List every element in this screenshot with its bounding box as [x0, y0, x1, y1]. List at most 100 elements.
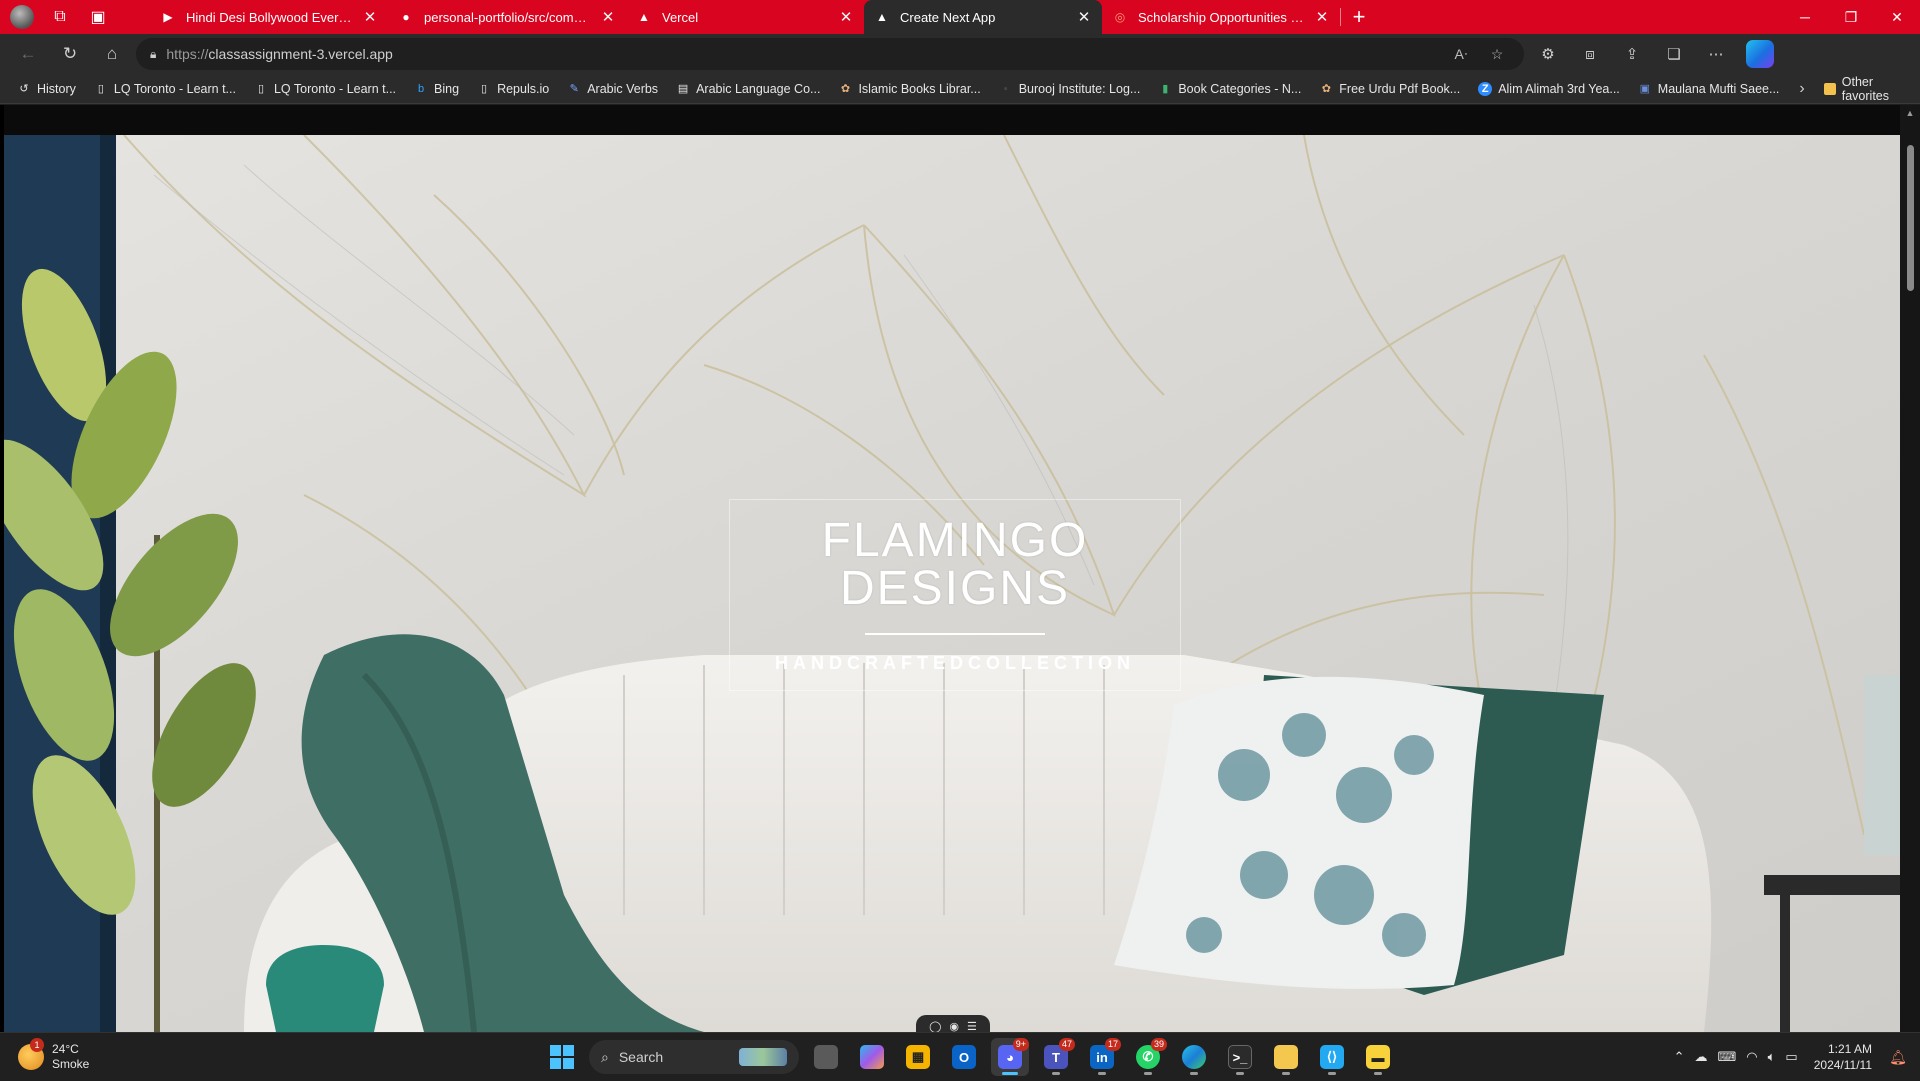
favorite-label: Arabic Language Co... [696, 81, 821, 96]
whatsapp-icon[interactable]: ✆ 39 [1129, 1038, 1167, 1076]
edge-icon[interactable] [1175, 1038, 1213, 1076]
eye-icon[interactable]: ◉ [949, 1020, 959, 1033]
hero-section: FLAMINGO DESIGNS HANDCRAFTEDCOLLECTION [4, 135, 1900, 1032]
favorite-star-icon[interactable]: ☆ [1484, 46, 1510, 63]
search-icon: ⌕ [601, 1048, 609, 1065]
menu-icon[interactable]: ☰ [967, 1020, 977, 1033]
scroll-up-icon[interactable]: ▲ [1900, 105, 1920, 121]
favorite-urdu-pdf[interactable]: ✿ Free Urdu Pdf Book... [1312, 76, 1467, 102]
teams-badge: 47 [1058, 1038, 1075, 1051]
linkedin-icon[interactable]: in 17 [1083, 1038, 1121, 1076]
tab-youtube[interactable]: ▶ Hindi Desi Bollywood Evergreen I ✕ [150, 0, 388, 34]
close-tab-icon[interactable]: ✕ [600, 8, 616, 26]
library-icon: ✿ [840, 83, 851, 95]
workspaces-icon[interactable]: ⧉ [46, 3, 74, 31]
bookmark-icon: ▮ [1162, 83, 1169, 95]
close-tab-icon[interactable]: ✕ [838, 8, 854, 26]
back-button[interactable]: ← [10, 38, 46, 70]
favorite-repuls[interactable]: ▯ Repuls.io [470, 76, 556, 102]
file-explorer-icon[interactable] [1267, 1038, 1305, 1076]
minimize-button[interactable]: ─ [1782, 0, 1828, 34]
burooj-icon: ▪ [1003, 82, 1008, 95]
close-tab-icon[interactable]: ✕ [1076, 8, 1092, 26]
restore-button[interactable]: ❐ [1828, 0, 1874, 34]
collections-icon[interactable]: ❏ [1656, 38, 1692, 70]
hero-title: FLAMINGO DESIGNS [805, 513, 1105, 615]
favorite-arabic-language[interactable]: ▤ Arabic Language Co... [669, 76, 827, 102]
address-bar[interactable]: 🔒︎ https://classassignment-3.vercel.app … [136, 38, 1524, 70]
start-button[interactable] [543, 1038, 581, 1076]
discord-icon[interactable]: ◕ 9+ [991, 1038, 1029, 1076]
scholarship-icon: ◎ [1114, 10, 1126, 24]
avatar [10, 5, 34, 29]
vertical-tabs-icon[interactable]: ▣ [84, 3, 112, 31]
keyboard-icon[interactable]: ⌨ [1718, 1049, 1737, 1065]
screenshot-icon[interactable]: ⧈ [1572, 38, 1608, 70]
outlook-icon[interactable]: O [945, 1038, 983, 1076]
profile-avatar[interactable] [8, 3, 36, 31]
task-view-icon[interactable] [807, 1038, 845, 1076]
search-highlight-image [739, 1048, 787, 1066]
microsoft-store-icon[interactable]: ▦ [899, 1038, 937, 1076]
onedrive-icon[interactable]: ☁ [1695, 1049, 1708, 1065]
running-indicator [1052, 1072, 1060, 1075]
favorite-lq-toronto-2[interactable]: ▯ LQ Toronto - Learn t... [247, 76, 403, 102]
favorite-burooj[interactable]: ▪ Burooj Institute: Log... [992, 76, 1148, 102]
new-tab-button[interactable]: + [1341, 0, 1377, 34]
copilot-app-icon[interactable] [853, 1038, 891, 1076]
favorite-arabic-verbs[interactable]: ✎ Arabic Verbs [560, 76, 665, 102]
tab-create-next-app[interactable]: ▲ Create Next App ✕ [864, 0, 1102, 34]
tab-vercel[interactable]: ▲ Vercel ✕ [626, 0, 864, 34]
favorite-history[interactable]: ↺ History [10, 76, 83, 102]
favorite-label: Free Urdu Pdf Book... [1339, 81, 1461, 96]
chevron-up-icon[interactable]: ⌃ [1674, 1049, 1685, 1065]
other-favorites-folder[interactable]: Other favorites [1818, 75, 1910, 103]
bing-icon: b [417, 82, 425, 95]
favorite-maulana[interactable]: ▣ Maulana Mufti Saee... [1631, 76, 1787, 102]
wifi-icon[interactable]: ◠ [1746, 1049, 1757, 1065]
close-tab-icon[interactable]: ✕ [1314, 8, 1330, 26]
book-icon: ▤ [677, 83, 689, 95]
refresh-button[interactable]: ↻ [52, 38, 88, 70]
copilot-icon[interactable] [1746, 40, 1774, 68]
volume-icon[interactable]: 🔈︎ [1768, 1049, 1776, 1065]
scrollbar-thumb[interactable] [1907, 145, 1914, 291]
close-tab-icon[interactable]: ✕ [362, 8, 378, 26]
folder-icon [1823, 82, 1836, 95]
vscode-icon[interactable]: ⟨⟩ [1313, 1038, 1351, 1076]
sticky-notes-icon[interactable]: ▬ [1359, 1038, 1397, 1076]
home-button[interactable]: ⌂ [94, 38, 130, 70]
chat-icon[interactable]: ◯ [929, 1020, 941, 1033]
lock-icon[interactable]: 🔒︎ [150, 47, 156, 62]
favorite-bing[interactable]: b Bing [407, 76, 466, 102]
close-window-button[interactable]: ✕ [1874, 0, 1920, 34]
hero-title-line2: DESIGNS [839, 561, 1071, 615]
tab-title: Scholarship Opportunities - Skills [1138, 9, 1304, 25]
chevron-right-icon[interactable]: › [1790, 80, 1813, 98]
linkedin-badge: 17 [1104, 1038, 1121, 1051]
hero-title-line1: FLAMINGO [821, 513, 1089, 567]
favorite-lq-toronto-1[interactable]: ▯ LQ Toronto - Learn t... [87, 76, 243, 102]
favorite-islamic-books[interactable]: ✿ Islamic Books Librar... [831, 76, 987, 102]
teams-icon[interactable]: T 47 [1037, 1038, 1075, 1076]
more-menu-icon[interactable]: ⋯ [1698, 38, 1734, 70]
tab-scholarship[interactable]: ◎ Scholarship Opportunities - Skills ✕ [1102, 0, 1340, 34]
terminal-icon[interactable]: >_ [1221, 1038, 1259, 1076]
clock[interactable]: 1:21 AM 2024/11/11 [1814, 1041, 1872, 1073]
portrait-icon: ▣ [1639, 83, 1650, 95]
favorite-alim-alimah[interactable]: Z Alim Alimah 3rd Yea... [1471, 76, 1627, 102]
weather-temp: 24°C [52, 1041, 79, 1056]
vercel-icon: ▲ [638, 10, 650, 24]
read-aloud-icon[interactable]: Aᐧ [1448, 46, 1474, 63]
battery-icon[interactable]: ▭ [1785, 1049, 1797, 1065]
url-text[interactable]: https://classassignment-3.vercel.app [166, 46, 1438, 62]
notification-bell-icon[interactable]: 🔔︎ [1888, 1047, 1908, 1067]
url-scheme: https:// [166, 46, 209, 62]
extensions-icon[interactable]: ⚙ [1530, 38, 1566, 70]
taskbar-search[interactable]: ⌕ Search [589, 1040, 799, 1074]
share-icon[interactable]: ⇪ [1614, 38, 1650, 70]
page-scrollbar[interactable]: ▲ [1900, 105, 1920, 1032]
tab-github[interactable]: ● personal-portfolio/src/componen ✕ [388, 0, 626, 34]
favorite-book-categories[interactable]: ▮ Book Categories - N... [1151, 76, 1308, 102]
weather-widget[interactable]: 1 24°C Smoke [0, 1037, 260, 1072]
